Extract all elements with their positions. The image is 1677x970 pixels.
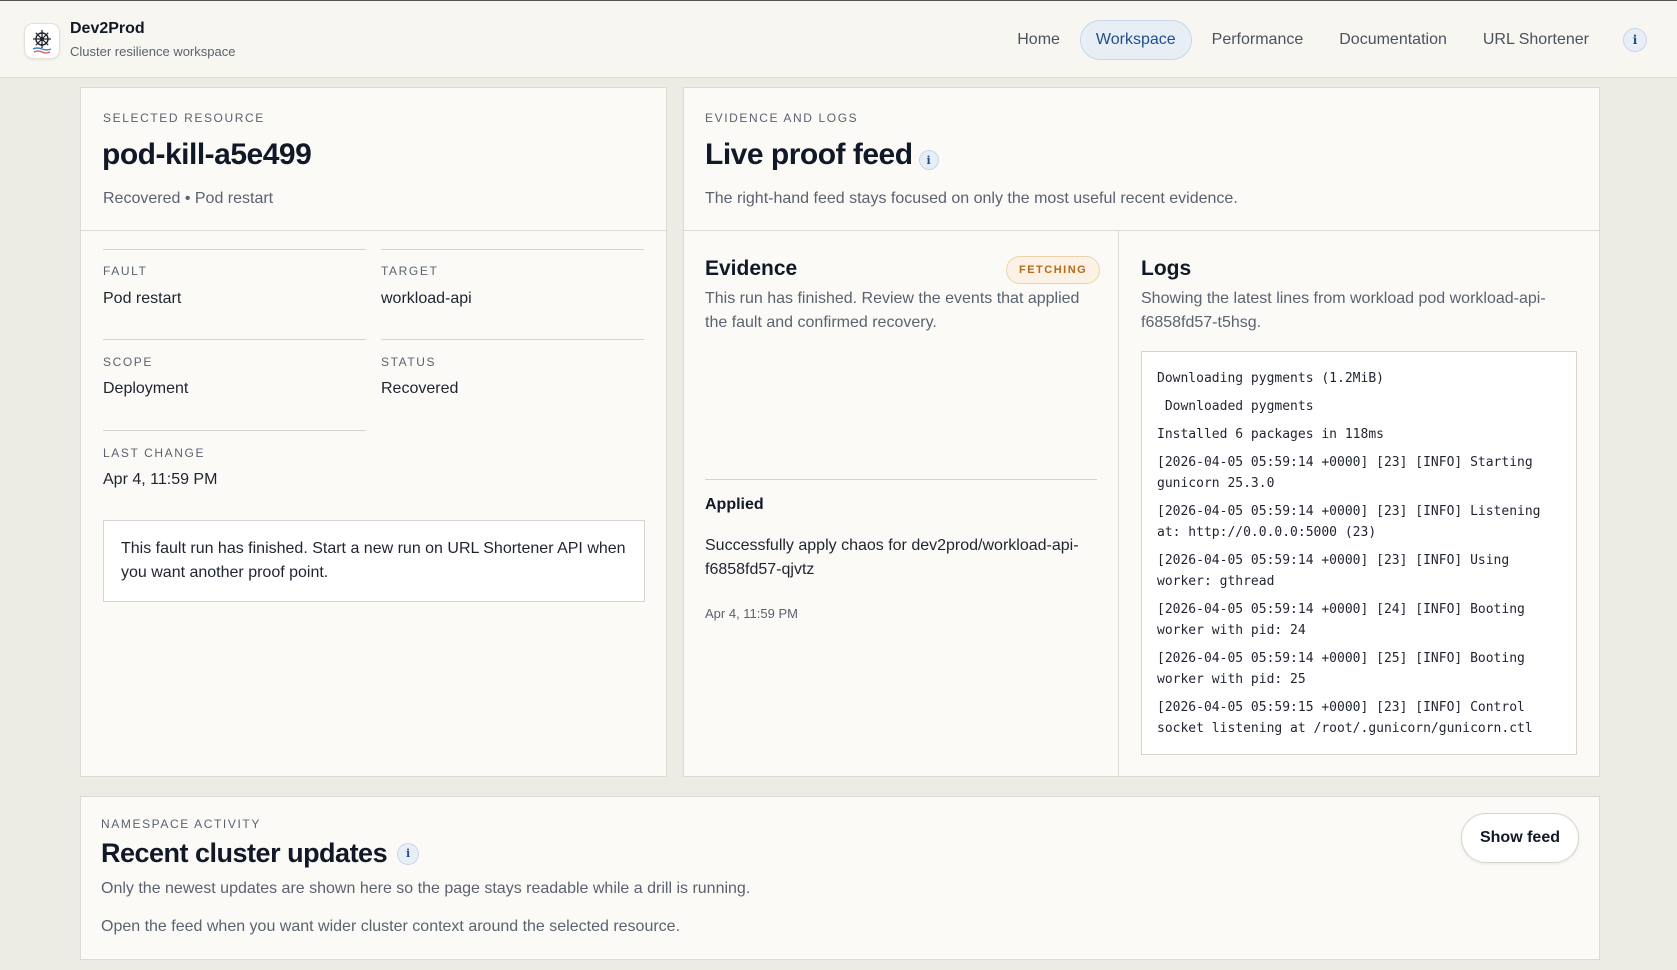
- last-change-value: Apr 4, 11:59 PM: [103, 471, 218, 488]
- log-line: Downloaded pygments: [1157, 399, 1314, 414]
- brand-subtitle: Cluster resilience workspace: [70, 44, 236, 59]
- log-line: [2026-04-05 05:59:14 +0000] [24] [INFO] …: [1157, 602, 1533, 638]
- evidence-logs-heading: Live proof feed i: [705, 138, 939, 172]
- field-divider: [103, 430, 366, 431]
- resource-title: pod-kill-a5e499: [102, 138, 312, 171]
- activity-info-icon[interactable]: i: [397, 842, 420, 865]
- log-line: Installed 6 packages in 118ms: [1157, 427, 1384, 442]
- fault-label: FAULT: [103, 264, 148, 278]
- fault-value: Pod restart: [103, 290, 182, 307]
- resource-subtitle: Recovered • Pod restart: [103, 190, 274, 207]
- field-divider: [103, 249, 366, 250]
- activity-heading: Recent cluster updates i: [101, 838, 420, 869]
- activity-title: Recent cluster updates: [101, 838, 388, 868]
- live-proof-info-icon[interactable]: i: [918, 150, 939, 170]
- log-line: Downloading pygments (1.2MiB): [1157, 371, 1384, 386]
- log-line: [2026-04-05 05:59:14 +0000] [23] [INFO] …: [1157, 455, 1541, 491]
- event-text: Successfully apply chaos for dev2prod/wo…: [705, 537, 1079, 578]
- brand-logo[interactable]: [24, 23, 60, 59]
- live-proof-feed-title: Live proof feed: [705, 138, 913, 171]
- resource-divider: [81, 230, 666, 231]
- field-divider: [381, 339, 644, 340]
- ship-wheel-icon: [32, 30, 52, 54]
- run-finished-note: This fault run has finished. Start a new…: [103, 520, 645, 602]
- log-line: [2026-04-05 05:59:14 +0000] [23] [INFO] …: [1157, 504, 1549, 540]
- scope-value: Deployment: [103, 380, 189, 397]
- nav-info-icon[interactable]: i: [1623, 28, 1647, 52]
- field-divider: [103, 339, 366, 340]
- log-line: [2026-04-05 05:59:15 +0000] [23] [INFO] …: [1157, 700, 1533, 736]
- target-value: workload-api: [381, 290, 472, 307]
- fetching-badge: FETCHING: [1006, 256, 1101, 284]
- activity-line-1: Only the newest updates are shown here s…: [101, 880, 751, 897]
- nav-workspace[interactable]: Workspace: [1079, 20, 1192, 60]
- last-change-label: LAST CHANGE: [103, 446, 206, 460]
- column-divider: [1118, 231, 1119, 776]
- activity-line-2: Open the feed when you want wider cluste…: [101, 918, 681, 935]
- field-divider: [381, 249, 644, 250]
- event-time: Apr 4, 11:59 PM: [705, 606, 798, 621]
- log-line: [2026-04-05 05:59:14 +0000] [23] [INFO] …: [1157, 553, 1518, 589]
- nav-url-shortener[interactable]: URL Shortener: [1467, 20, 1605, 60]
- nav-home[interactable]: Home: [1001, 20, 1076, 60]
- brand-name: Dev2Prod: [70, 20, 145, 37]
- evidence-event-divider: [705, 479, 1097, 480]
- evidence-title: Evidence: [705, 257, 798, 280]
- main-nav: Home Workspace Performance Documentation…: [1001, 20, 1647, 60]
- nav-performance[interactable]: Performance: [1196, 20, 1320, 60]
- nav-documentation[interactable]: Documentation: [1323, 20, 1463, 60]
- log-line: [2026-04-05 05:59:14 +0000] [25] [INFO] …: [1157, 651, 1533, 687]
- show-feed-button[interactable]: Show feed: [1461, 813, 1579, 863]
- evidence-logs-eyebrow: EVIDENCE AND LOGS: [705, 111, 859, 125]
- top-bar: Dev2Prod Cluster resilience workspace Ho…: [0, 0, 1677, 78]
- resource-eyebrow: SELECTED RESOURCE: [103, 111, 265, 125]
- evidence-logs-divider: [684, 230, 1599, 231]
- event-title: Applied: [705, 496, 764, 513]
- activity-eyebrow: NAMESPACE ACTIVITY: [101, 817, 261, 831]
- evidence-description: This run has finished. Review the events…: [705, 290, 1080, 331]
- status-label: STATUS: [381, 355, 437, 369]
- evidence-logs-description: The right-hand feed stays focused on onl…: [705, 190, 1238, 207]
- scope-label: SCOPE: [103, 355, 154, 369]
- target-label: TARGET: [381, 264, 439, 278]
- logs-description: Showing the latest lines from workload p…: [1141, 290, 1546, 331]
- status-value: Recovered: [381, 380, 459, 397]
- logs-title: Logs: [1141, 257, 1192, 280]
- logs-output[interactable]: Downloading pygments (1.2MiB) Downloaded…: [1141, 351, 1577, 755]
